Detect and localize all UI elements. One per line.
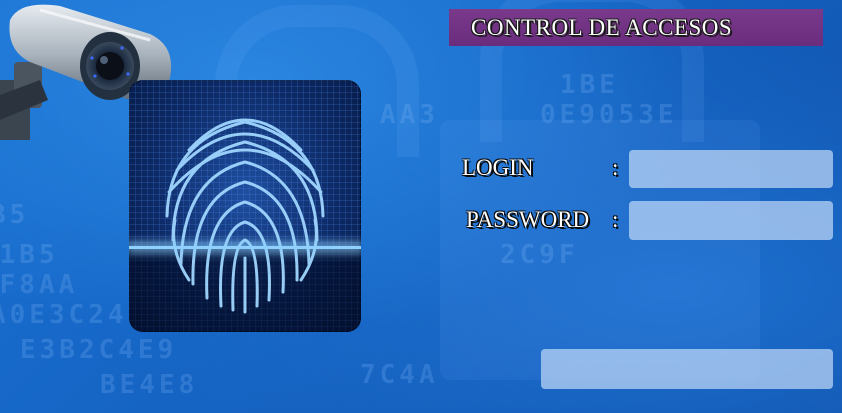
background-code-texture: 2F8AA bbox=[0, 270, 79, 300]
password-input[interactable] bbox=[629, 201, 833, 240]
background-code-texture: E1B5 bbox=[0, 240, 59, 270]
login-input[interactable] bbox=[629, 150, 833, 188]
fingerprint-scanner-panel bbox=[129, 80, 361, 332]
submit-button[interactable] bbox=[541, 349, 833, 389]
password-separator: : bbox=[612, 207, 619, 232]
page-title: CONTROL DE ACCESOS bbox=[471, 14, 733, 40]
fingerprint-scan-line bbox=[129, 246, 361, 249]
title-banner: CONTROL DE ACCESOS bbox=[449, 9, 823, 46]
background-code-texture: 7C4A bbox=[360, 360, 439, 390]
background-code-texture: E3B2C4E9 bbox=[20, 335, 178, 365]
background-code-texture: B5 bbox=[0, 200, 30, 230]
background-code-texture: BE4E8 bbox=[100, 370, 199, 400]
login-label: LOGIN bbox=[462, 155, 534, 180]
fingerprint-icon bbox=[165, 118, 325, 314]
password-label: PASSWORD bbox=[466, 207, 590, 232]
login-separator: : bbox=[612, 155, 619, 180]
background-code-texture: A0E3C24 bbox=[0, 300, 128, 330]
